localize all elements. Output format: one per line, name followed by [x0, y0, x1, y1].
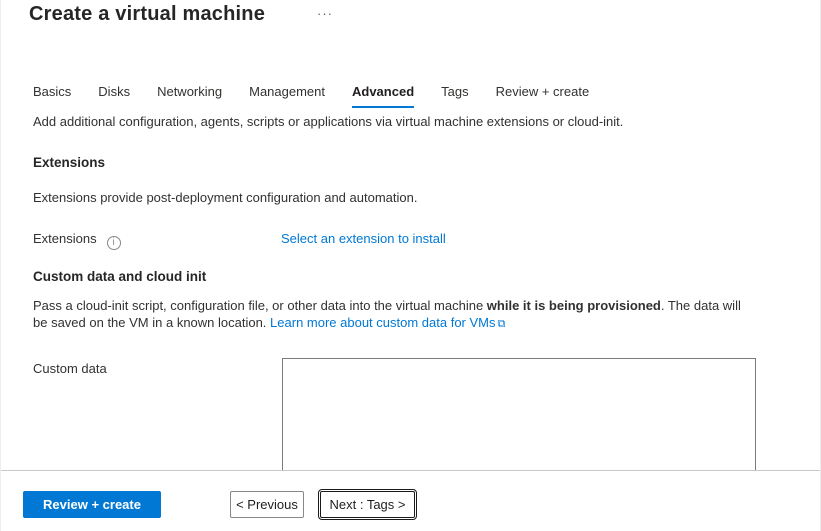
select-extension-link[interactable]: Select an extension to install	[281, 231, 446, 246]
create-vm-page: Create a virtual machine ··· Basics Disk…	[0, 0, 821, 531]
tab-disks[interactable]: Disks	[98, 84, 130, 108]
review-create-button[interactable]: Review + create	[23, 491, 161, 518]
page-title: Create a virtual machine	[29, 3, 265, 26]
custom-data-desc-bold: while it is being provisioned	[487, 298, 661, 313]
wizard-tabs: Basics Disks Networking Management Advan…	[33, 84, 589, 108]
custom-data-section-description: Pass a cloud-init script, configuration …	[33, 297, 745, 333]
extensions-section-description: Extensions provide post-deployment confi…	[33, 190, 417, 205]
extensions-section-heading: Extensions	[33, 155, 105, 170]
more-options-icon[interactable]: ···	[317, 6, 333, 21]
custom-data-field-row: Custom data	[33, 361, 107, 376]
tab-management[interactable]: Management	[249, 84, 325, 108]
extensions-field-row: Extensions i Select an extension to insta…	[33, 231, 773, 250]
tab-advanced[interactable]: Advanced	[352, 84, 414, 108]
tab-basics[interactable]: Basics	[33, 84, 71, 108]
tab-networking[interactable]: Networking	[157, 84, 222, 108]
advanced-tab-description: Add additional configuration, agents, sc…	[33, 114, 773, 129]
previous-button[interactable]: < Previous	[230, 491, 304, 518]
footer-bar: Review + create < Previous Next : Tags >	[1, 471, 821, 531]
tab-review-create[interactable]: Review + create	[496, 84, 590, 108]
next-tags-button[interactable]: Next : Tags >	[320, 491, 415, 518]
info-icon[interactable]: i	[107, 236, 121, 250]
custom-data-section-heading: Custom data and cloud init	[33, 269, 206, 284]
custom-data-desc-text: Pass a cloud-init script, configuration …	[33, 298, 487, 313]
custom-data-textarea-container	[282, 358, 756, 470]
custom-data-textarea[interactable]	[282, 358, 756, 470]
tab-tags[interactable]: Tags	[441, 84, 468, 108]
custom-data-field-label: Custom data	[33, 361, 107, 376]
extensions-field-label: Extensions	[33, 231, 97, 246]
external-link-icon: ⧉	[498, 318, 506, 330]
learn-more-link[interactable]: Learn more about custom data for VMs	[270, 315, 495, 330]
